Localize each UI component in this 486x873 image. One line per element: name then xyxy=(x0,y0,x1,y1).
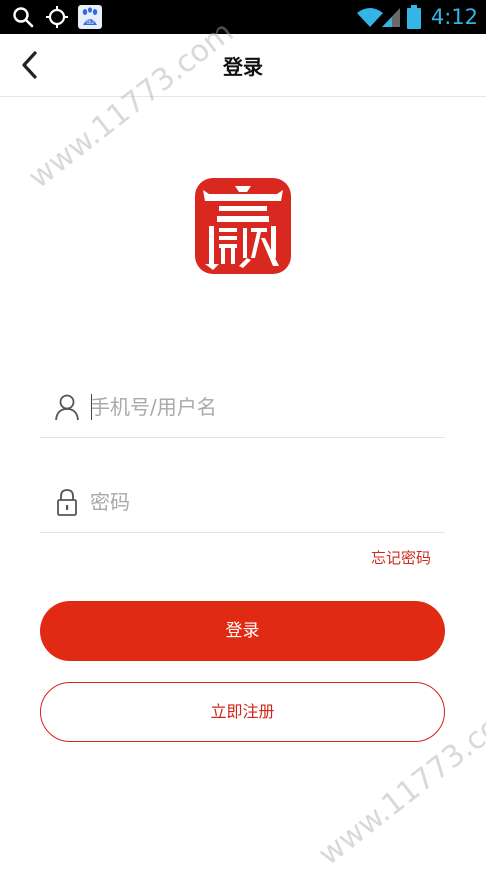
password-input[interactable] xyxy=(90,484,430,520)
register-button[interactable]: 立即注册 xyxy=(40,682,445,742)
ying-logo-icon xyxy=(203,186,283,270)
baidu-app-icon: du xyxy=(77,0,103,34)
password-field xyxy=(40,472,445,533)
app-header: 登录 xyxy=(0,34,486,97)
user-icon xyxy=(54,393,80,421)
forgot-password-link[interactable]: 忘记密码 xyxy=(371,547,431,568)
search-icon xyxy=(10,0,36,34)
username-input[interactable] xyxy=(90,389,430,425)
text-cursor xyxy=(91,394,92,420)
status-bar: du 4:12 xyxy=(0,0,486,34)
login-button[interactable]: 登录 xyxy=(40,601,445,661)
gps-icon xyxy=(44,0,70,34)
status-time: 4:12 xyxy=(430,5,478,29)
battery-icon xyxy=(405,0,423,34)
svg-text:du: du xyxy=(86,19,94,26)
page-title: 登录 xyxy=(223,55,263,79)
signal-icon xyxy=(380,0,402,34)
username-field xyxy=(40,377,445,438)
app-logo xyxy=(195,178,291,274)
lock-icon xyxy=(54,488,80,516)
